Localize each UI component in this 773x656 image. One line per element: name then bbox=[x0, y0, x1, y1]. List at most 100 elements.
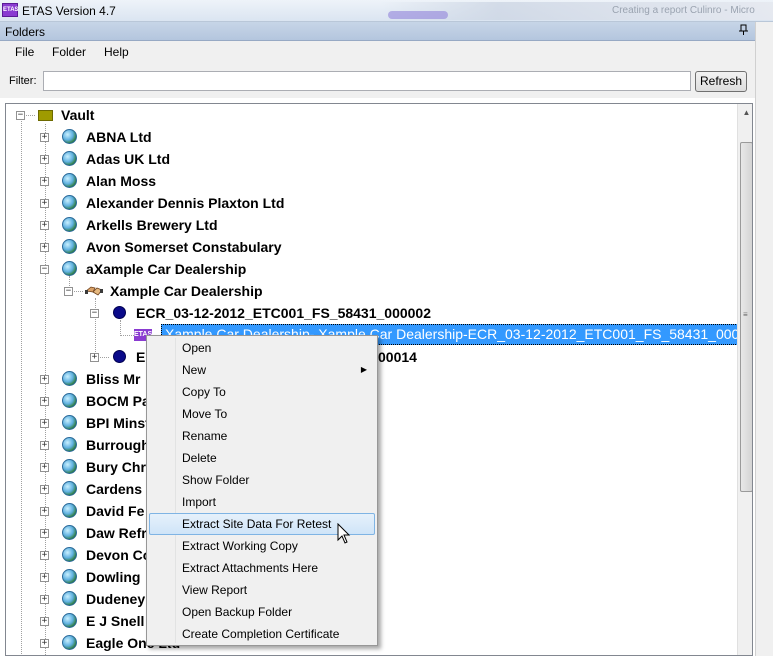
expander-expand[interactable]: + bbox=[40, 177, 49, 186]
expander-expand[interactable]: + bbox=[40, 463, 49, 472]
globe-icon bbox=[62, 393, 77, 408]
expander-expand[interactable]: + bbox=[40, 221, 49, 230]
expander-expand[interactable]: + bbox=[40, 573, 49, 582]
globe-icon bbox=[62, 217, 77, 232]
app-window: ETAS ETAS Version 4.7 Creating a report … bbox=[0, 0, 773, 656]
menu-item-delete[interactable]: Delete bbox=[149, 447, 375, 469]
expander-expand[interactable]: + bbox=[40, 485, 49, 494]
expander-expand[interactable]: + bbox=[40, 595, 49, 604]
filter-row: Filter: Refresh bbox=[0, 63, 755, 98]
globe-icon bbox=[62, 261, 77, 276]
menu-item-copy-to[interactable]: Copy To bbox=[149, 381, 375, 403]
etas-app-icon: ETAS bbox=[2, 3, 19, 17]
refresh-button[interactable]: Refresh bbox=[695, 71, 747, 92]
scroll-up-arrow-icon[interactable]: ▲ bbox=[738, 104, 752, 121]
globe-icon bbox=[62, 151, 77, 166]
expander-expand[interactable]: + bbox=[40, 397, 49, 406]
menu-help[interactable]: Help bbox=[104, 45, 129, 59]
expander-collapse[interactable]: − bbox=[40, 265, 49, 274]
tree-node[interactable]: Burrough bbox=[86, 437, 150, 453]
expander-expand[interactable]: + bbox=[40, 419, 49, 428]
handshake-icon bbox=[85, 284, 103, 298]
tree-node[interactable]: Alexander Dennis Plaxton Ltd bbox=[86, 195, 284, 211]
tree-node[interactable]: Bury Chri bbox=[86, 459, 150, 475]
scroll-thumb[interactable]: ≡ bbox=[740, 142, 752, 492]
tree-node[interactable]: Dowling bbox=[86, 569, 140, 585]
expander-expand[interactable]: + bbox=[40, 155, 49, 164]
tree-node[interactable]: Bliss Mr bbox=[86, 371, 140, 387]
globe-icon bbox=[62, 239, 77, 254]
menu-item-open[interactable]: Open bbox=[149, 337, 375, 359]
expander-expand[interactable]: + bbox=[40, 617, 49, 626]
expander-expand[interactable]: + bbox=[40, 507, 49, 516]
expander-expand[interactable]: + bbox=[40, 551, 49, 560]
globe-icon bbox=[62, 371, 77, 386]
scroll-grip-icon: ≡ bbox=[743, 310, 748, 319]
right-dock-strip bbox=[755, 22, 773, 656]
expander-expand[interactable]: + bbox=[40, 199, 49, 208]
tree-node[interactable]: Alan Moss bbox=[86, 173, 156, 189]
menu-item-create-certificate[interactable]: Create Completion Certificate bbox=[149, 623, 375, 645]
tree-node[interactable]: E J Snell bbox=[86, 613, 144, 629]
expander-expand[interactable]: + bbox=[40, 243, 49, 252]
tree-node[interactable]: Adas UK Ltd bbox=[86, 151, 170, 167]
filter-input[interactable] bbox=[43, 71, 691, 91]
handshake-icon-svg bbox=[85, 286, 103, 296]
folder-tree: − Vault + ABNA Ltd + Adas UK Ltd + Alan … bbox=[5, 103, 753, 656]
title-bar: ETAS ETAS Version 4.7 Creating a report … bbox=[0, 0, 773, 22]
globe-icon bbox=[62, 459, 77, 474]
menu-item-extract-attachments[interactable]: Extract Attachments Here bbox=[149, 557, 375, 579]
tree-node[interactable]: Arkells Brewery Ltd bbox=[86, 217, 218, 233]
tree-node[interactable]: Avon Somerset Constabulary bbox=[86, 239, 282, 255]
expander-expand[interactable]: + bbox=[40, 375, 49, 384]
tree-node[interactable]: BOCM Pa bbox=[86, 393, 150, 409]
expander-collapse[interactable]: − bbox=[64, 287, 73, 296]
expander-expand[interactable]: + bbox=[40, 441, 49, 450]
menu-item-rename[interactable]: Rename bbox=[149, 425, 375, 447]
menu-item-show-folder[interactable]: Show Folder bbox=[149, 469, 375, 491]
expander-collapse[interactable]: − bbox=[16, 111, 25, 120]
record-circle-icon bbox=[113, 350, 126, 363]
expander-expand[interactable]: + bbox=[90, 353, 99, 362]
tree-node-prefix[interactable]: E bbox=[136, 349, 145, 365]
pane-title: Folders bbox=[5, 25, 46, 39]
globe-icon bbox=[62, 525, 77, 540]
tree-node[interactable]: David Fe bbox=[86, 503, 144, 519]
tree-node[interactable]: ABNA Ltd bbox=[86, 129, 152, 145]
tree-connector bbox=[120, 320, 121, 336]
globe-icon bbox=[62, 415, 77, 430]
pin-icon[interactable] bbox=[737, 24, 751, 38]
context-menu: Open New ▶ Copy To Move To Rename Delete… bbox=[146, 335, 378, 646]
expander-expand[interactable]: + bbox=[40, 133, 49, 142]
tree-node-vault[interactable]: Vault bbox=[61, 107, 94, 123]
tree-node[interactable]: Dudeney bbox=[86, 591, 145, 607]
vertical-scrollbar[interactable]: ▲ ≡ bbox=[737, 104, 752, 655]
menu-item-import[interactable]: Import bbox=[149, 491, 375, 513]
tree-node[interactable]: aXample Car Dealership bbox=[86, 261, 246, 277]
globe-icon bbox=[62, 613, 77, 628]
globe-icon bbox=[62, 437, 77, 452]
globe-icon bbox=[62, 635, 77, 650]
menu-item-new[interactable]: New ▶ bbox=[149, 359, 375, 381]
expander-expand[interactable]: + bbox=[40, 529, 49, 538]
tree-node[interactable]: ECR_03-12-2012_ETC001_FS_58431_000002 bbox=[136, 305, 431, 321]
submenu-arrow-icon: ▶ bbox=[360, 365, 367, 374]
tree-node[interactable]: Daw Refr bbox=[86, 525, 147, 541]
tree-node[interactable]: Cardens bbox=[86, 481, 142, 497]
menu-file[interactable]: File bbox=[15, 45, 34, 59]
menu-folder[interactable]: Folder bbox=[52, 45, 86, 59]
globe-icon bbox=[62, 481, 77, 496]
expander-expand[interactable]: + bbox=[40, 639, 49, 648]
window-title: ETAS Version 4.7 bbox=[22, 4, 116, 18]
menu-item-open-backup-folder[interactable]: Open Backup Folder bbox=[149, 601, 375, 623]
tree-node[interactable]: Xample Car Dealership bbox=[110, 283, 263, 299]
tree-connector bbox=[120, 335, 134, 336]
tree-node[interactable]: Devon Co bbox=[86, 547, 151, 563]
menu-bar: File Folder Help bbox=[0, 41, 755, 63]
cursor-arrow-svg bbox=[337, 522, 351, 544]
tree-node[interactable]: BPI Minst bbox=[86, 415, 150, 431]
expander-collapse[interactable]: − bbox=[90, 309, 99, 318]
menu-item-view-report[interactable]: View Report bbox=[149, 579, 375, 601]
tree-node-suffix[interactable]: 00014 bbox=[378, 349, 417, 365]
menu-item-move-to[interactable]: Move To bbox=[149, 403, 375, 425]
